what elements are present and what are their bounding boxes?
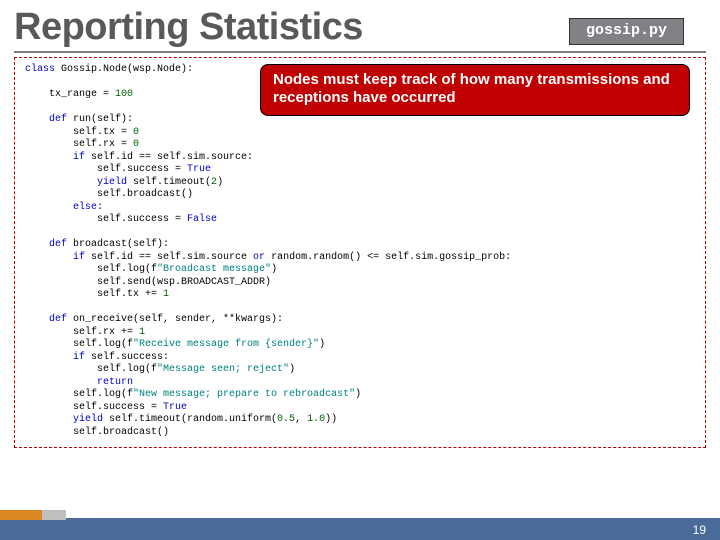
filename-tab: gossip.py xyxy=(569,18,684,45)
title-underline xyxy=(14,51,706,53)
code-content: class Gossip.Node(wsp.Node): tx_range = … xyxy=(25,64,695,439)
footer-accent-grey xyxy=(42,510,66,520)
callout-box: Nodes must keep track of how many transm… xyxy=(260,64,690,116)
footer-bar: 19 xyxy=(0,510,720,540)
footer-bg xyxy=(0,518,720,540)
footer-accent-orange xyxy=(0,510,42,520)
page-number: 19 xyxy=(693,523,706,537)
